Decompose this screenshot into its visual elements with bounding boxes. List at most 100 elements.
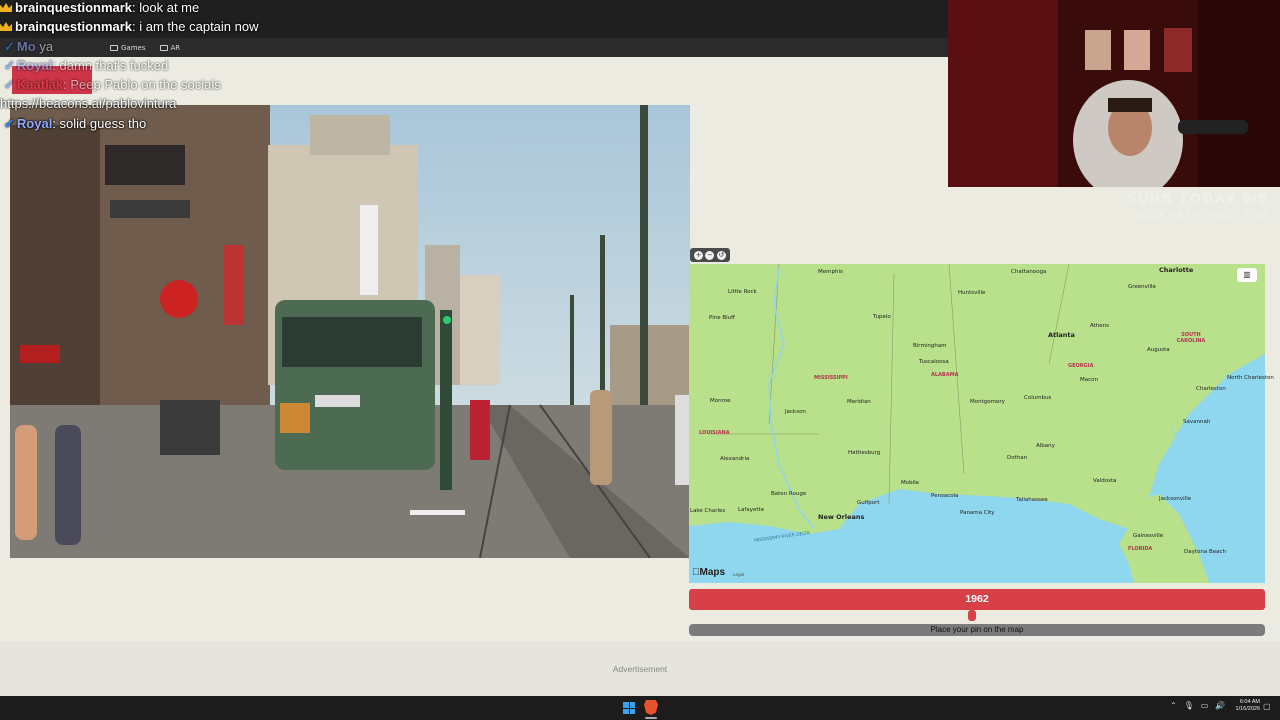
bookmark-ar[interactable]: AR [159, 43, 181, 52]
map-city-label: Gainesville [1133, 533, 1164, 539]
map-city-label: Gulfport [857, 500, 880, 506]
map-city-label: Jacksonville [1159, 496, 1192, 502]
map-controls: + − ↺ [690, 248, 730, 262]
zoom-out-icon[interactable]: − [705, 250, 715, 260]
map-state-label: SOUTH CAROLINA [1176, 332, 1206, 344]
clock-time: 6:04 AM [1239, 699, 1260, 705]
guess-photo[interactable] [10, 105, 690, 558]
folder-icon [159, 44, 168, 51]
webcam-image [948, 0, 1280, 187]
chat-username: Royal [16, 58, 53, 73]
folder-icon [110, 44, 118, 51]
chat-message: : solid guess tho [52, 116, 147, 131]
map-city-label: Lake Charles [690, 508, 726, 514]
crown-icon [0, 22, 12, 31]
map-city-label: Macon [1080, 377, 1098, 383]
chat-username: Mo [16, 39, 36, 54]
taskbar [0, 696, 1280, 720]
year-slider-handle[interactable] [968, 610, 976, 621]
screen: { "bookmarks": [ {"icon": "folder-icon",… [0, 0, 1280, 720]
map-city-label: Meridian [847, 399, 871, 405]
map-city-label: Hattiesburg [848, 450, 881, 456]
chat-line: brainquestionmark: i am the captain now [0, 19, 259, 34]
map-city-label: Panama City [960, 510, 995, 516]
map-city-label: Daytona Beach [1184, 549, 1227, 555]
map-city-label: Baton Rouge [771, 491, 807, 497]
verified-icon: ✓ [4, 77, 15, 92]
map-city-label: Pensacola [931, 493, 959, 499]
map-mode-icon[interactable]: ▥ [1237, 268, 1257, 282]
volume-icon[interactable]: 🔊 [1215, 701, 1225, 710]
map-city-label: Savannah [1183, 419, 1211, 425]
map-city-label: Athens [1090, 323, 1110, 329]
bookmarks-bar: Games AR [0, 38, 948, 57]
chat-line: brainquestionmark: look at me [0, 0, 199, 15]
map-city-label: Huntsville [958, 290, 986, 296]
advertisement-label: Advertisement [612, 664, 668, 674]
map-state-label: MISSISSIPPI [814, 375, 848, 381]
map-city-label: Birmingham [913, 343, 947, 349]
map-city-label: Monroe [710, 398, 731, 404]
chat-message: : Peep Pablo on the socials [63, 77, 221, 92]
map-city-label: Columbus [1024, 395, 1052, 401]
map-state-label: FLORIDA [1128, 546, 1153, 552]
chevron-up-icon[interactable]: ⌃ [1170, 701, 1177, 710]
chat-username: brainquestionmark [15, 19, 133, 34]
chat-username: Royal [16, 116, 53, 131]
verified-icon: ✓ [4, 58, 15, 73]
chat-line: ✓ Royal: solid guess tho [4, 116, 146, 132]
webcam-overlay [948, 0, 1280, 187]
subs-goal-text: SUBS TODAY 0/5 [1126, 190, 1268, 206]
bookmark-games[interactable]: Games [110, 44, 146, 52]
network-icon[interactable]: ▭ [1201, 701, 1209, 710]
map-city-label: Chattanooga [1011, 269, 1047, 275]
map-city-label: Charleston [1196, 386, 1226, 392]
place-pin-button[interactable]: Place your pin on the map [689, 624, 1265, 636]
chat-message: : i am the captain now [132, 19, 259, 34]
bookmark-label: AR [170, 43, 181, 52]
map-city-label: Little Rock [728, 289, 757, 295]
map-city-label: Atlanta [1048, 331, 1075, 339]
map-city-label: Jackson [785, 409, 806, 415]
chat-line: ✓ Mo ya [4, 39, 53, 55]
map-city-label: Greenville [1128, 284, 1156, 290]
apple-maps-logo: Maps [692, 567, 725, 578]
map-city-label: Albany [1036, 443, 1055, 449]
map-city-label: Montgomery [970, 399, 1005, 405]
map-city-label: Valdosta [1093, 478, 1117, 484]
zoom-in-icon[interactable]: + [694, 250, 704, 260]
reset-icon[interactable]: ↺ [716, 250, 726, 260]
map-city-label: Mobile [901, 480, 920, 486]
map-city-label: New Orleans [818, 513, 865, 521]
map-city-label: Alexandria [720, 456, 750, 462]
map-city-label: Memphis [818, 269, 843, 275]
map-state-label: ALABAMA [931, 372, 959, 378]
follow-text: GUXYXTY FOLLOW [1136, 210, 1268, 222]
map-city-label: Tuscaloosa [919, 359, 949, 365]
windows-start-icon[interactable] [623, 702, 635, 714]
chat-line: ✓ Kaatlak: Peep Pablo on the socials [4, 77, 221, 93]
microphone-icon[interactable]: 🎙 [1184, 701, 1194, 710]
map-city-label: Tupelo [873, 314, 891, 320]
chat-link[interactable]: https://beacons.ai/pablovintura [0, 96, 176, 111]
chat-message: : look at me [132, 0, 200, 15]
chat-message: ya [39, 39, 54, 54]
clock-date: 1/16/2026 [1235, 706, 1260, 712]
map-city-label: North Charleston [1227, 375, 1274, 381]
chat-message: : damn that's fucked [52, 58, 169, 73]
map-legal-link[interactable]: Legal [733, 572, 744, 577]
system-tray: ⌃ 🎙 ▭ 🔊 [1170, 701, 1225, 710]
chat-username: Kaatlak [16, 77, 64, 92]
map-state-label: LOUISIANA [699, 430, 730, 436]
taskbar-clock[interactable]: 6:04 AM 1/16/2026 [1228, 699, 1260, 713]
year-slider-value[interactable]: 1962 [689, 589, 1265, 610]
chat-message: https://beacons.ai/pablovintura [0, 96, 177, 111]
street-photo-image [10, 105, 690, 558]
notification-icon[interactable]: ▢ [1263, 702, 1271, 711]
map-city-label: Tallahassee [1016, 497, 1048, 503]
chat-line: ✓ Royal: damn that's fucked [4, 58, 168, 74]
crown-icon [0, 3, 12, 12]
verified-icon: ✓ [4, 116, 15, 131]
chat-username: brainquestionmark [15, 0, 133, 15]
map-city-label: Pine Bluff [709, 315, 735, 321]
